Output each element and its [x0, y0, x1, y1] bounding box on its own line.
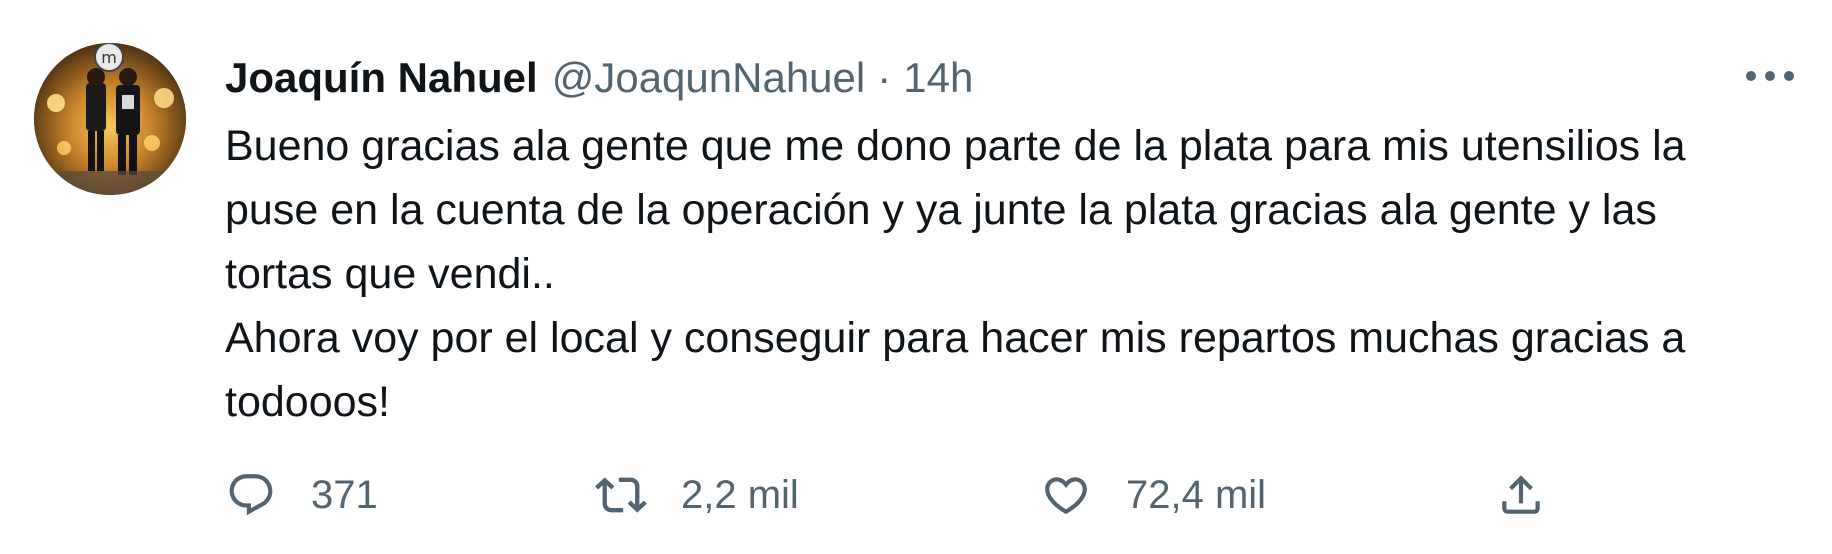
more-horizontal-icon	[1746, 71, 1794, 81]
tweet-text-line: puse en la cuenta de la operación y ya j…	[225, 186, 1657, 234]
share-button[interactable]	[1495, 465, 1547, 525]
timestamp[interactable]: 14h	[903, 50, 973, 106]
avatar-image: m	[34, 43, 186, 195]
svg-text:m: m	[101, 48, 117, 67]
tweet-actions: 371 2,2 mil 72,4 mil	[225, 465, 1795, 525]
reply-count: 371	[311, 472, 378, 517]
retweet-button[interactable]: 2,2 mil	[595, 465, 799, 525]
tweet-text-line: Ahora voy por el local y conseguir para …	[225, 314, 1686, 362]
tweet-text-line: tortas que vendi..	[225, 250, 555, 298]
tweet-header: Joaquín Nahuel @JoaqunNahuel · 14h	[225, 50, 973, 106]
display-name[interactable]: Joaquín Nahuel	[225, 50, 538, 106]
reply-button[interactable]: 371	[225, 465, 378, 525]
tweet-card[interactable]: m Joaquín Nahuel @JoaqunNahuel · 14h Bue…	[0, 0, 1832, 554]
tweet-text: Bueno gracias ala gente que me dono part…	[225, 114, 1815, 434]
avatar[interactable]: m	[34, 43, 186, 195]
separator-dot: ·	[877, 54, 892, 101]
tweet-text-line: todooos!	[225, 378, 390, 426]
heart-icon	[1040, 469, 1092, 521]
comment-bubble-icon	[225, 469, 277, 521]
like-count: 72,4 mil	[1126, 472, 1267, 517]
tweet-text-line: Bueno gracias ala gente que me dono part…	[225, 122, 1686, 170]
retweet-count: 2,2 mil	[681, 472, 799, 517]
more-options-button[interactable]	[1742, 56, 1798, 96]
like-button[interactable]: 72,4 mil	[1040, 465, 1266, 525]
user-handle[interactable]: @JoaqunNahuel	[552, 50, 866, 106]
retweet-arrows-icon	[595, 469, 647, 521]
share-upload-icon	[1495, 469, 1547, 521]
